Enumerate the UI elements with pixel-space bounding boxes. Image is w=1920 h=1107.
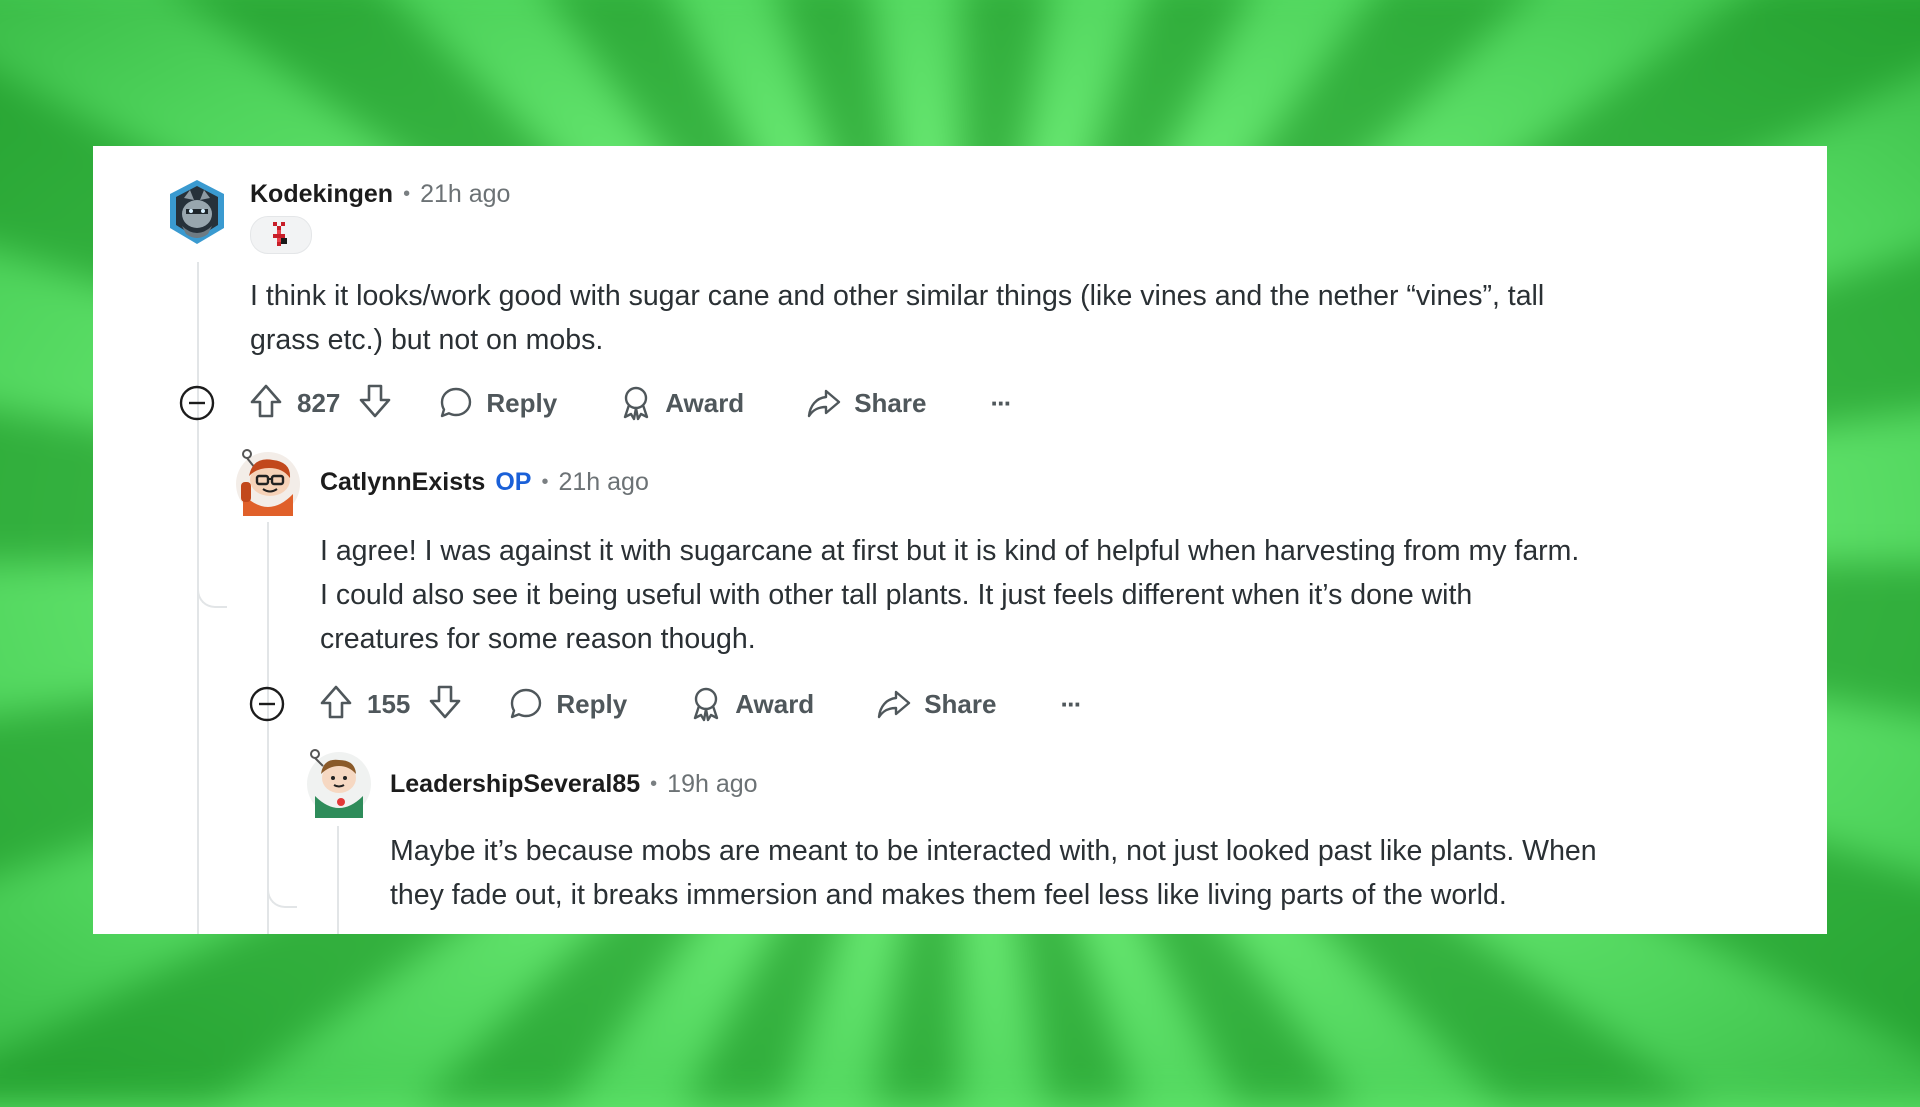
avatar[interactable]: [164, 176, 230, 244]
author-name[interactable]: Kodekingen: [250, 180, 393, 209]
comment-meta: Kodekingen • 21h ago: [250, 176, 510, 212]
reply-button[interactable]: Reply: [438, 385, 557, 421]
award-button[interactable]: Award: [619, 385, 744, 421]
meta-separator: •: [541, 470, 549, 493]
collapse-button[interactable]: [249, 686, 285, 722]
share-label: Share: [854, 387, 927, 418]
author-name[interactable]: LeadershipSeveral85: [390, 770, 640, 799]
downvote-button[interactable]: [428, 684, 462, 725]
reply-label: Reply: [486, 387, 558, 418]
thread-line-level-3: [337, 826, 339, 934]
meta-separator: •: [403, 182, 411, 205]
collapse-icon: [249, 686, 285, 722]
upvote-icon: [320, 685, 352, 718]
more-options-button[interactable]: ···: [1060, 688, 1082, 720]
more-icon: ···: [990, 387, 1012, 418]
share-button[interactable]: Share: [876, 686, 996, 722]
reply-label: Reply: [556, 688, 628, 719]
award-label: Award: [665, 387, 745, 418]
avatar[interactable]: [301, 746, 371, 818]
downvote-icon: [430, 685, 461, 718]
thread-elbow-level-3: [267, 706, 297, 908]
comment-body: Maybe it’s because mobs are meant to be …: [390, 829, 1597, 917]
more-icon: ···: [1060, 688, 1082, 719]
reply-icon: [441, 387, 472, 418]
timestamp[interactable]: 21h ago: [558, 468, 648, 497]
vote-score: 827: [297, 387, 341, 418]
user-flair: [250, 216, 312, 254]
comment-text-line: I think it looks/work good with sugar ca…: [250, 280, 1545, 312]
comment-text-line: I agree! I was against it with sugarcane…: [320, 535, 1580, 567]
downvote-icon: [360, 384, 391, 417]
upvote-button[interactable]: [249, 383, 283, 424]
comment-text-line: I could also see it being useful with ot…: [320, 579, 1473, 611]
meta-separator: •: [650, 772, 658, 795]
upvote-icon: [250, 384, 282, 417]
comment-body: I think it looks/work good with sugar ca…: [250, 274, 1544, 362]
knight-avatar-icon: [170, 180, 224, 244]
comment-meta: LeadershipSeveral85 • 19h ago: [390, 766, 758, 802]
downvote-button[interactable]: [358, 383, 392, 424]
timestamp[interactable]: 21h ago: [420, 180, 510, 209]
more-options-button[interactable]: ···: [990, 387, 1012, 419]
snoo-avatar-icon: [236, 449, 300, 516]
vote-score: 155: [367, 688, 411, 719]
share-label: Share: [924, 688, 997, 719]
upvote-button[interactable]: [319, 684, 353, 725]
snoo-avatar-icon: [307, 749, 371, 818]
comment-text-line: grass etc.) but not on mobs.: [250, 324, 604, 356]
reply-button[interactable]: Reply: [508, 686, 627, 722]
comment-actions: 827 Reply Award Share ···: [179, 383, 1012, 424]
avatar[interactable]: [233, 446, 300, 516]
comment-meta: CatlynnExists OP • 21h ago: [320, 464, 649, 500]
award-label: Award: [735, 688, 815, 719]
award-button[interactable]: Award: [689, 686, 814, 722]
comment-text-line: Maybe it’s because mobs are meant to be …: [390, 835, 1597, 867]
award-icon: [694, 687, 719, 722]
pixel-flair-icon: [273, 222, 287, 246]
reply-icon: [511, 688, 542, 719]
comment-actions: 155 Reply Award Share ···: [249, 684, 1082, 725]
share-icon: [878, 690, 911, 719]
comment-thread-card: Kodekingen • 21h ago I think it looks/wo…: [93, 146, 1827, 934]
comment-body: I agree! I was against it with sugarcane…: [320, 529, 1579, 661]
share-icon: [808, 389, 841, 418]
timestamp[interactable]: 19h ago: [667, 770, 757, 799]
collapse-icon: [179, 385, 215, 421]
comment-text-line: creatures for some reason though.: [320, 623, 756, 655]
thread-elbow-level-2: [197, 446, 227, 608]
author-name[interactable]: CatlynnExists: [320, 468, 485, 497]
collapse-button[interactable]: [179, 385, 215, 421]
share-button[interactable]: Share: [806, 385, 926, 421]
comment-text-line: they fade out, it breaks immersion and m…: [390, 879, 1507, 911]
op-badge: OP: [495, 467, 532, 496]
award-icon: [624, 386, 649, 421]
